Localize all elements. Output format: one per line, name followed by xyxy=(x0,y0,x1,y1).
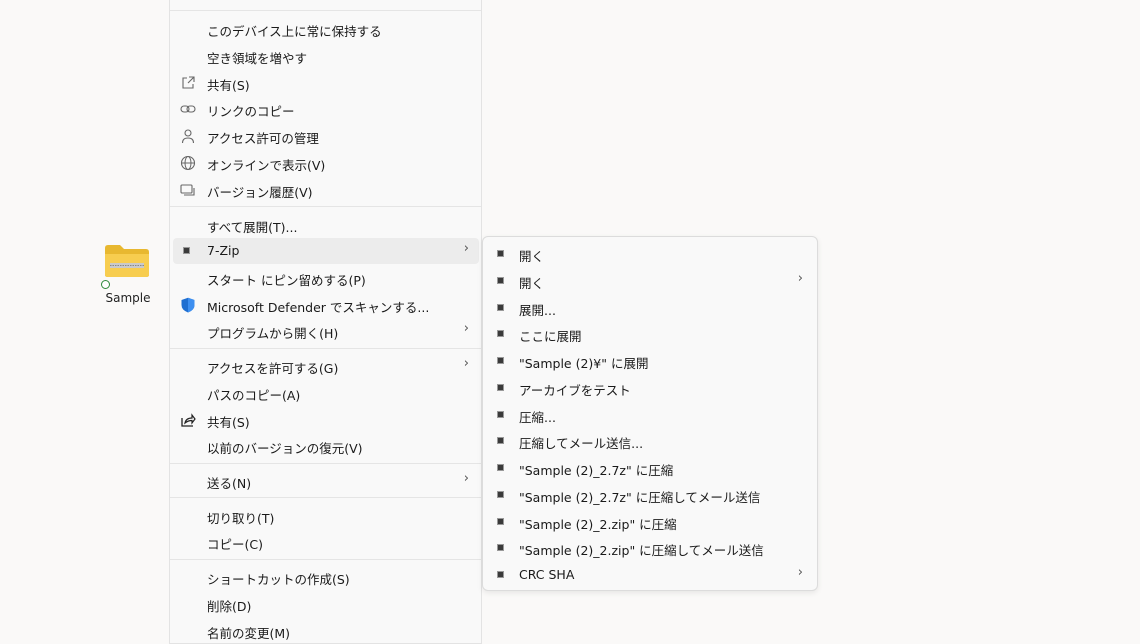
chevron-right-icon: › xyxy=(463,241,469,256)
menu-item-copy-link[interactable]: リンクのコピー xyxy=(173,96,479,122)
7zip-icon xyxy=(497,277,504,284)
menu-item-rename[interactable]: 名前の変更(M) xyxy=(173,618,479,644)
menu-item-view-online[interactable]: オンラインで表示(V) xyxy=(173,150,479,176)
7zip-icon xyxy=(497,437,504,444)
menu-item-manage-access[interactable]: アクセス許可の管理 xyxy=(173,123,479,149)
version-history-icon xyxy=(180,184,195,196)
link-icon xyxy=(180,105,196,113)
menu-separator xyxy=(170,206,481,207)
7zip-icon xyxy=(497,518,504,525)
7zip-icon xyxy=(497,491,504,498)
7zip-submenu: 開く 開く › 展開... ここに展開 "Sample (2)¥" に展開 アー… xyxy=(482,236,818,591)
7zip-icon xyxy=(497,544,504,551)
menu-separator xyxy=(170,463,481,464)
zip-folder-icon xyxy=(105,245,149,277)
menu-item-restore-previous-versions[interactable]: 以前のバージョンの復元(V) xyxy=(173,433,479,459)
7zip-icon xyxy=(497,304,504,311)
submenu-item-compress[interactable]: 圧縮... xyxy=(487,402,813,428)
submenu-item-test-archive[interactable]: アーカイブをテスト xyxy=(487,375,813,401)
submenu-item-extract[interactable]: 展開... xyxy=(487,295,813,321)
share-icon xyxy=(182,76,195,89)
menu-item-open-with[interactable]: プログラムから開く(H) › xyxy=(173,318,479,344)
menu-item-defender-scan[interactable]: Microsoft Defender でスキャンする... xyxy=(173,292,479,318)
menu-item-create-shortcut[interactable]: ショートカットの作成(S) xyxy=(173,564,479,590)
submenu-item-compress-7z-email[interactable]: "Sample (2)_2.7z" に圧縮してメール送信 xyxy=(487,482,813,508)
submenu-item-extract-to-folder[interactable]: "Sample (2)¥" に展開 xyxy=(487,348,813,374)
7zip-icon xyxy=(497,330,504,337)
chevron-right-icon: › xyxy=(463,321,469,336)
globe-icon xyxy=(180,155,196,171)
menu-item-free-up-space[interactable]: 空き領域を増やす xyxy=(173,43,479,69)
chevron-right-icon: › xyxy=(797,271,803,286)
submenu-item-compress-7z[interactable]: "Sample (2)_2.7z" に圧縮 xyxy=(487,455,813,481)
folder-label: Sample xyxy=(105,291,151,305)
menu-item-share[interactable]: 共有(S) xyxy=(173,407,479,433)
menu-separator xyxy=(170,348,481,349)
menu-separator xyxy=(170,559,481,560)
menu-item-onedrive-share[interactable]: 共有(S) xyxy=(173,70,479,96)
7zip-icon xyxy=(497,411,504,418)
menu-item-extract-all[interactable]: すべて展開(T)... xyxy=(173,212,479,238)
chevron-right-icon: › xyxy=(463,471,469,486)
7zip-icon xyxy=(183,247,190,254)
submenu-item-compress-zip-email[interactable]: "Sample (2)_2.zip" に圧縮してメール送信 xyxy=(487,535,813,561)
menu-item-copy-path[interactable]: パスのコピー(A) xyxy=(173,380,479,406)
7zip-icon xyxy=(497,357,504,364)
defender-shield-icon xyxy=(181,297,195,313)
sync-status-icon xyxy=(101,280,110,289)
menu-item-give-access[interactable]: アクセスを許可する(G) › xyxy=(173,353,479,379)
share-icon xyxy=(181,413,196,427)
menu-item-version-history[interactable]: バージョン履歴(V) xyxy=(173,177,479,203)
menu-item-keep-on-device[interactable]: このデバイス上に常に保持する xyxy=(173,16,479,42)
chevron-right-icon: › xyxy=(463,356,469,371)
context-menu: このデバイス上に常に保持する 空き領域を増やす 共有(S) リンクのコピー アク… xyxy=(169,0,482,644)
menu-separator xyxy=(170,10,481,11)
submenu-item-crc-sha[interactable]: CRC SHA › xyxy=(487,562,813,588)
7zip-icon xyxy=(497,384,504,391)
submenu-item-compress-zip[interactable]: "Sample (2)_2.zip" に圧縮 xyxy=(487,509,813,535)
menu-item-pin-to-start[interactable]: スタート にピン留めする(P) xyxy=(173,265,479,291)
submenu-item-compress-email[interactable]: 圧縮してメール送信... xyxy=(487,428,813,454)
chevron-right-icon: › xyxy=(797,565,803,580)
submenu-item-open-more[interactable]: 開く › xyxy=(487,268,813,294)
7zip-icon xyxy=(497,571,504,578)
menu-item-copy[interactable]: コピー(C) xyxy=(173,529,479,555)
submenu-item-extract-here[interactable]: ここに展開 xyxy=(487,321,813,347)
person-icon xyxy=(181,129,195,144)
menu-item-send-to[interactable]: 送る(N) › xyxy=(173,468,479,494)
menu-item-7zip[interactable]: 7-Zip › xyxy=(173,238,479,264)
menu-item-cut[interactable]: 切り取り(T) xyxy=(173,503,479,529)
menu-separator xyxy=(170,497,481,498)
7zip-icon xyxy=(497,464,504,471)
menu-item-delete[interactable]: 削除(D) xyxy=(173,591,479,617)
submenu-item-open[interactable]: 開く xyxy=(487,241,813,267)
7zip-icon xyxy=(497,250,504,257)
